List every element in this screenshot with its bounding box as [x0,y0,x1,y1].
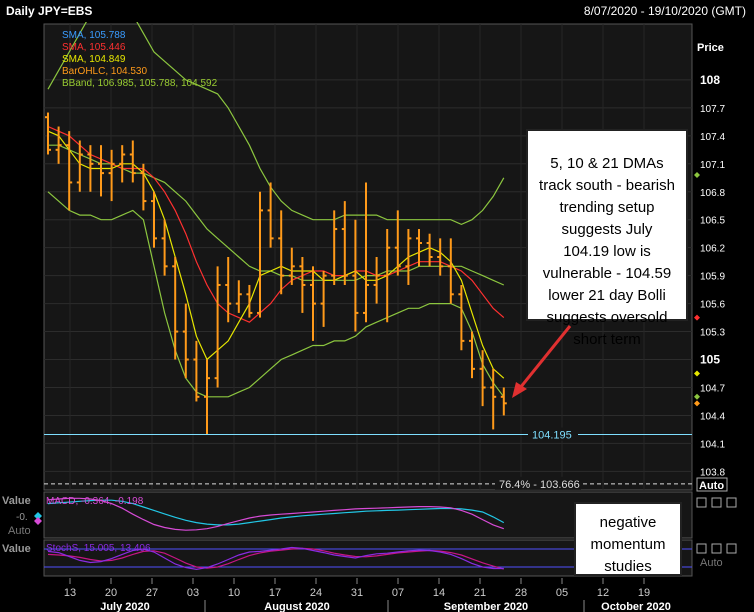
momentum-box: negative momentum studies [574,502,682,576]
x-tick-label: 14 [433,587,445,599]
legend-entry: BarOHLC, 104.530 [62,66,147,77]
y-tick-label: 105.9 [700,272,725,283]
legend-entry: SMA, 104.849 [62,54,126,65]
macd-value-text: -0. [16,512,28,523]
x-tick-label: 05 [556,587,568,599]
stoch-auto-label: Auto [700,557,723,569]
macd-minimize-button[interactable] [696,497,707,508]
x-tick-label: 03 [187,587,199,599]
x-tick-label: 20 [105,587,117,599]
price-axis-label: Price [697,42,724,54]
reference-line-label: 76.4% - 103.666 [499,479,580,491]
y-tick-label: 105.3 [700,328,725,339]
date-range: 8/07/2020 - 19/10/2020 (GMT) [583,4,746,18]
y-tick-label: 104.1 [700,439,725,450]
x-tick-label: 21 [474,587,486,599]
y-tick-label: 103.8 [700,467,725,478]
macd-value-label: Value [2,495,31,507]
x-tick-label: 10 [228,587,240,599]
x-tick-label: 28 [515,587,527,599]
legend-entry: SMA, 105.446 [62,42,126,53]
macd-close-button[interactable] [726,497,737,508]
chart-header: Daily JPY=EBS 8/07/2020 - 19/10/2020 (GM… [0,0,754,23]
x-tick-label: 07 [392,587,404,599]
y-tick-label: 104.4 [700,411,725,422]
stoch-value-label: Value [2,543,31,555]
chart-window: Daily JPY=EBS 8/07/2020 - 19/10/2020 (GM… [0,0,754,612]
stoch-maximize-button[interactable] [711,543,722,554]
x-tick-label: 13 [64,587,76,599]
y-tick-label: 106.8 [700,188,725,199]
y-tick-label: 108 [700,73,720,87]
reference-line-label: 104.195 [532,430,572,442]
legend-entry: SMA, 105.788 [62,30,126,41]
legend-entry: BBand, 106.985, 105.788, 104.592 [62,78,218,89]
x-tick-label: 19 [638,587,650,599]
y-tick-label: 107.4 [700,132,725,143]
stoch-close-button[interactable] [726,543,737,554]
y-tick-label: 106.2 [700,244,725,255]
x-tick-label: 31 [351,587,363,599]
stoch-legend: StochS, 15.005, 13.406 [46,543,151,554]
x-month-label: September 2020 [444,601,528,612]
y-tick-label: 104.7 [700,383,725,394]
x-tick-label: 12 [597,587,609,599]
x-month-label: July 2020 [100,601,150,612]
macd-legend: MACD, -0.364, -0.198 [46,496,144,507]
y-tick-label: 107.1 [700,160,725,171]
macd-maximize-button[interactable] [711,497,722,508]
x-tick-label: 17 [269,587,281,599]
auto-button-label: Auto [699,480,724,492]
chart-title: Daily JPY=EBS [6,4,93,18]
y-tick-label: 107.7 [700,104,725,115]
x-tick-label: 24 [310,587,322,599]
y-tick-label: 105.6 [700,300,725,311]
stoch-minimize-button[interactable] [696,543,707,554]
y-tick-label: 105 [700,353,720,367]
x-month-label: August 2020 [264,601,329,612]
y-tick-label: 106.5 [700,216,725,227]
x-month-label: October 2020 [601,601,671,612]
annotation-box: 5, 10 & 21 DMAs track south - bearish tr… [526,129,688,348]
x-tick-label: 27 [146,587,158,599]
macd-auto-label: Auto [8,525,31,537]
